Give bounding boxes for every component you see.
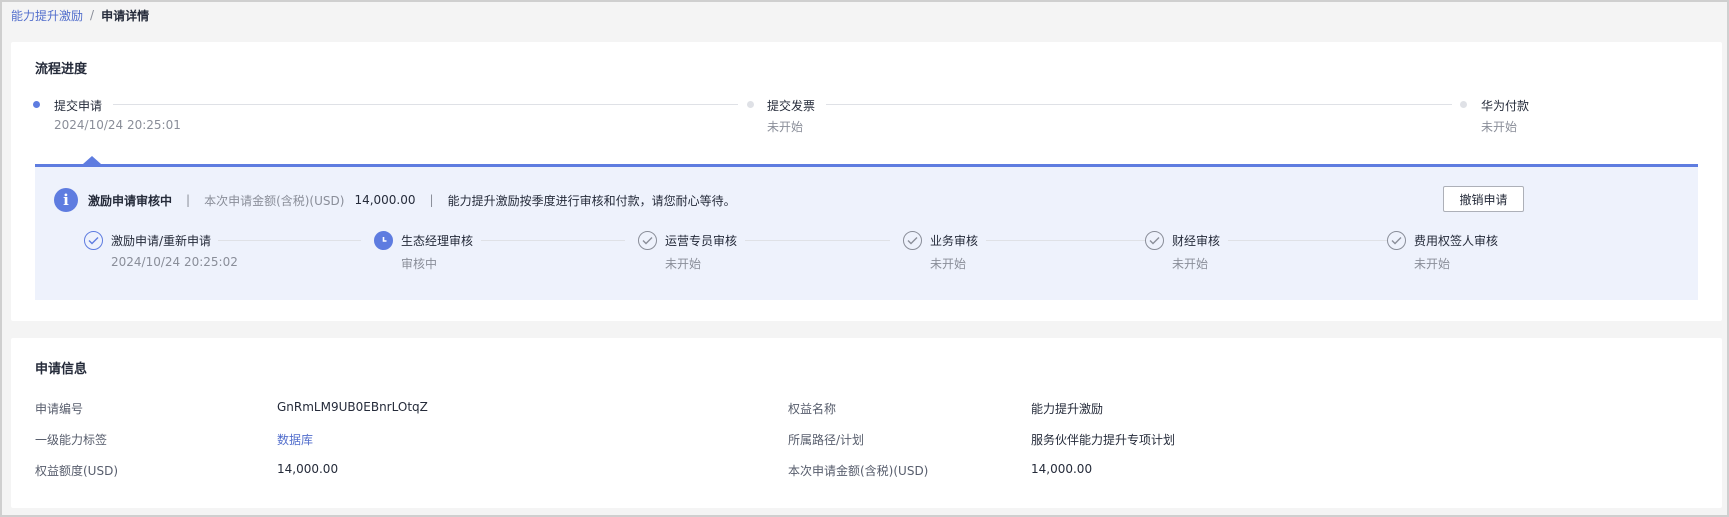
step-connector [113,104,738,105]
step-payment-status: 未开始 [1481,120,1518,134]
divider: | [186,193,191,207]
field-value-path-plan: 服务伙伴能力提升专项计划 [1031,433,1176,447]
field-label-benefit-amount: 权益额度(USD) [35,464,119,478]
amount-value: 14,000.00 [354,193,416,207]
field-value-request-amount: 14,000.00 [1031,462,1093,476]
review-notice: 能力提升激励按季度进行审核和付款，请您耐心等待。 [447,193,736,208]
substep-label: 生态经理审核 [401,234,474,248]
step-submit-dot [33,101,40,108]
review-status-title: 激励申请审核中 [88,193,173,208]
check-circle-icon [1387,231,1406,250]
info-title: 申请信息 [35,362,88,377]
step-submit-time: 2024/10/24 20:25:01 [54,118,181,132]
field-label-path-plan: 所属路径/计划 [788,433,865,447]
step-invoice-status: 未开始 [767,120,804,134]
field-label-benefit-name: 权益名称 [788,402,837,416]
field-label-request-amount: 本次申请金额(含税)(USD) [788,464,929,478]
substep-connector [218,240,361,241]
check-circle-icon [84,231,103,250]
progress-card: 流程进度 提交申请 2024/10/24 20:25:01 提交发票 未开始 华… [11,42,1722,321]
application-info-card: 申请信息 申请编号 GnRmLM9UB0EBnrLOtqZ 权益名称 能力提升激… [11,338,1722,508]
panel-pointer [83,156,101,164]
step-invoice-label: 提交发票 [767,99,816,113]
field-label-application-id: 申请编号 [35,402,84,416]
info-icon: i [54,188,78,212]
substep-status: 未开始 [1172,257,1209,271]
substep-time: 2024/10/24 20:25:02 [111,255,238,269]
check-circle-icon [638,231,657,250]
field-value-capability-tag-link[interactable]: 数据库 [277,431,313,448]
step-payment-dot [1460,101,1467,108]
substep-connector [986,240,1146,241]
review-status-row: i 激励申请审核中 | 本次申请金额(含税)(USD) 14,000.00 | … [54,187,736,213]
substep-status: 未开始 [1414,257,1451,271]
review-panel: i 激励申请审核中 | 本次申请金额(含税)(USD) 14,000.00 | … [35,164,1698,300]
step-connector [826,104,1452,105]
substep-connector [481,240,625,241]
substep-status: 未开始 [930,257,967,271]
field-value-benefit-amount: 14,000.00 [277,462,339,476]
substep-label: 业务审核 [930,234,979,248]
check-circle-icon [1145,231,1164,250]
cancel-application-button[interactable]: 撤销申请 [1443,186,1524,212]
breadcrumb: 能力提升激励 / 申请详情 [11,6,149,24]
check-circle-icon [903,231,922,250]
breadcrumb-parent-link[interactable]: 能力提升激励 [11,7,83,24]
divider: | [429,193,434,207]
field-value-benefit-name: 能力提升激励 [1031,402,1104,416]
substep-label: 运营专员审核 [665,234,738,248]
amount-label: 本次申请金额(含税)(USD) [204,193,345,208]
breadcrumb-current: 申请详情 [101,8,150,23]
field-value-application-id: GnRmLM9UB0EBnrLOtqZ [277,400,428,414]
substep-status: 未开始 [665,257,702,271]
substep-connector [1228,240,1388,241]
breadcrumb-separator: / [90,8,95,22]
substep-status: 审核中 [401,257,438,271]
step-submit-label: 提交申请 [54,99,103,113]
substep-label: 财经审核 [1172,234,1221,248]
step-payment-label: 华为付款 [1481,99,1530,113]
substep-connector [745,240,890,241]
step-invoice-dot [747,101,754,108]
clock-icon [374,231,393,250]
progress-title: 流程进度 [35,62,88,77]
field-label-capability-tag: 一级能力标签 [35,433,108,447]
substep-label: 费用权签人审核 [1414,234,1499,248]
substep-label: 激励申请/重新申请 [111,234,212,248]
